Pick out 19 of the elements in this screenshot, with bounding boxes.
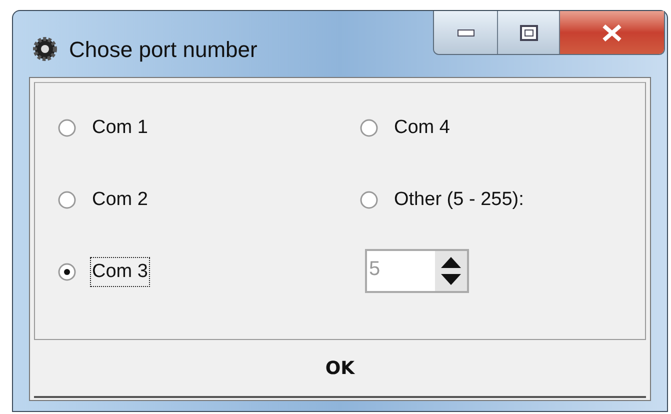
close-icon	[601, 24, 623, 42]
close-button[interactable]	[560, 11, 664, 54]
radio-label[interactable]: Other (5 - 255):	[393, 186, 525, 214]
maximize-button[interactable]	[498, 11, 560, 54]
minimize-button[interactable]	[434, 11, 498, 54]
radio-button[interactable]	[359, 190, 379, 210]
minimize-icon	[456, 28, 474, 36]
radio-button[interactable]	[359, 118, 379, 138]
radio-label[interactable]: Com 4	[393, 114, 451, 142]
maximize-icon	[520, 24, 538, 40]
radio-button[interactable]	[57, 262, 77, 282]
gear-icon	[31, 35, 59, 63]
radio-button[interactable]	[57, 190, 77, 210]
radio-button[interactable]	[57, 118, 77, 138]
window-title: Chose port number	[69, 36, 258, 64]
spinner-value: 5	[368, 257, 382, 282]
radio-label[interactable]: Com 3	[91, 258, 149, 286]
radio-label[interactable]: Com 2	[91, 186, 149, 214]
radio-label[interactable]: Com 1	[91, 114, 149, 142]
